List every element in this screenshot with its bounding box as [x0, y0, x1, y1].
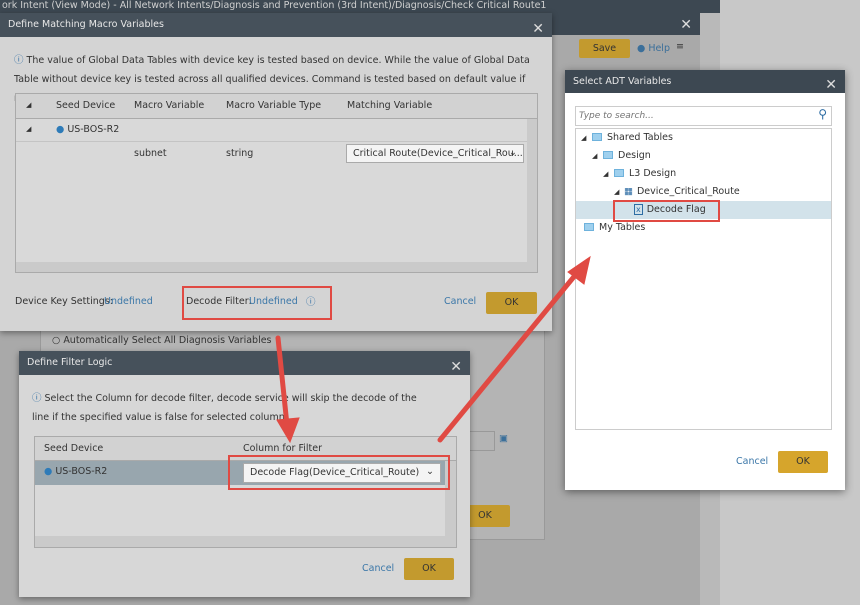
annotation-arrows — [275, 255, 591, 444]
arrow-down-head — [276, 417, 300, 444]
arrow-down — [275, 335, 290, 428]
arrow-up — [437, 270, 580, 443]
